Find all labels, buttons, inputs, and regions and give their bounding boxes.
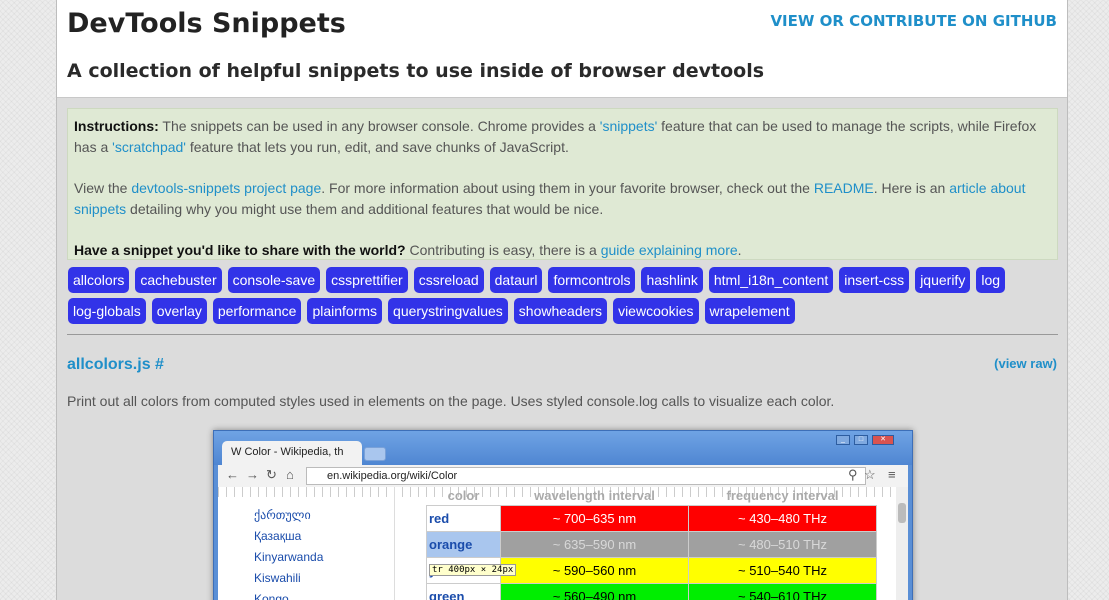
instructions-paragraph-2: View the devtools-snippets project page.… <box>74 178 1051 220</box>
snippet-tag-log-globals[interactable]: log-globals <box>68 298 146 324</box>
snippet-tag-insert-css[interactable]: insert-css <box>839 267 910 293</box>
snippet-tag-allcolors[interactable]: allcolors <box>68 267 130 293</box>
share-prompt: Have a snippet you'd like to share with … <box>74 242 406 258</box>
browser-tab-title: Color - Wikipedia, th <box>244 446 344 458</box>
star-icon: ☆ <box>864 467 876 482</box>
snippet-tag-querystringvalues[interactable]: querystringvalues <box>388 298 508 324</box>
language-link: Kinyarwanda <box>254 550 324 564</box>
wavelength-cell: ~ 560–490 nm <box>500 582 689 600</box>
snippets-link[interactable]: 'snippets' <box>600 118 658 134</box>
maximize-icon: □ <box>854 435 868 445</box>
instructions-label: Instructions: <box>74 118 159 134</box>
snippet-tag-viewcookies[interactable]: viewcookies <box>613 298 699 324</box>
instructions-box: Instructions: The snippets can be used i… <box>67 108 1058 260</box>
frequency-cell: ~ 510–540 THz <box>688 556 877 584</box>
instructions-text: feature that lets you run, edit, and sav… <box>185 139 569 155</box>
color-name-cell: red <box>426 504 501 532</box>
snippet-tag-cssprettifier[interactable]: cssprettifier <box>326 267 408 293</box>
browser-content: ქართული Қазақша Kinyarwanda Kiswahili Kongo … <box>218 487 908 600</box>
instructions-paragraph-1: Instructions: The snippets can be used i… <box>74 116 1051 158</box>
snippet-tag-cachebuster[interactable]: cachebuster <box>135 267 222 293</box>
snippet-tag-showheaders[interactable]: showheaders <box>513 298 608 324</box>
snippet-tag-hashlink[interactable]: hashlink <box>641 267 703 293</box>
snippet-tag-overlay[interactable]: overlay <box>151 298 207 324</box>
new-tab-icon <box>364 447 386 461</box>
snippet-tag-formcontrols[interactable]: formcontrols <box>548 267 636 293</box>
github-link[interactable]: VIEW OR CONTRIBUTE ON GITHUB <box>770 12 1057 30</box>
snippet-tag-performance[interactable]: performance <box>212 298 302 324</box>
menu-icon: ≡ <box>888 467 896 482</box>
wavelength-cell: ~ 700–635 nm <box>500 504 689 532</box>
column-separator <box>394 487 395 600</box>
instructions-text: View the <box>74 180 132 196</box>
snippet-tag-wrapelement[interactable]: wrapelement <box>704 298 795 324</box>
snippet-tag-log[interactable]: log <box>976 267 1006 293</box>
snippet-description: Print out all colors from computed style… <box>67 393 835 409</box>
divider <box>67 334 1058 335</box>
back-icon: ← <box>226 467 239 482</box>
browser-toolbar: ← → ↻ ⌂ en.wikipedia.org/wiki/Color ⚲ ☆ … <box>218 465 908 487</box>
snippet-tag-console-save[interactable]: console-save <box>227 267 321 293</box>
scrollbar-thumb <box>898 503 906 523</box>
table-row: green ~ 560–490 nm ~ 540–610 THz <box>426 582 877 600</box>
snippet-title-link[interactable]: allcolors.js # <box>67 356 164 374</box>
language-link: Kiswahili <box>254 571 301 585</box>
instructions-text: . <box>737 242 742 258</box>
wikipedia-w-icon: W <box>231 446 245 458</box>
close-icon: ✕ <box>872 435 894 445</box>
reload-icon: ↻ <box>266 467 277 482</box>
page-container: DevTools Snippets VIEW OR CONTRIBUTE ON … <box>56 0 1068 600</box>
frequency-cell: ~ 430–480 THz <box>688 504 877 532</box>
color-name-cell: orange <box>426 530 501 558</box>
readme-link[interactable]: README <box>814 180 874 196</box>
forward-icon: → <box>246 467 259 482</box>
browser-tab: W Color - Wikipedia, th <box>222 441 362 465</box>
frequency-cell: ~ 540–610 THz <box>688 582 877 600</box>
instructions-text: detailing why you might use them and add… <box>126 201 604 217</box>
scratchpad-link[interactable]: 'scratchpad' <box>112 139 186 155</box>
home-icon: ⌂ <box>286 467 294 482</box>
inspector-tooltip: tr 400px × 24px <box>429 564 517 576</box>
snippet-tag-cssreload[interactable]: cssreload <box>413 267 484 293</box>
language-list: ქართული Қазақша Kinyarwanda Kiswahili Kongo <box>254 505 323 600</box>
table-header-row: color wavelength interval frequency interv… <box>427 487 877 505</box>
language-link: Қазақша <box>254 529 302 543</box>
color-name-cell: green <box>426 582 501 600</box>
table-header-cell: color <box>447 488 480 504</box>
snippet-tag-list: allcolors cachebuster console-save cssprett… <box>68 267 1058 329</box>
snippet-tag-jquerify[interactable]: jquerify <box>915 267 971 293</box>
instructions-text: Contributing is easy, there is a <box>405 242 601 258</box>
snippet-screenshot: W Color - Wikipedia, th _ □ ✕ ← → ↻ ⌂ en… <box>213 430 913 600</box>
project-page-link[interactable]: devtools-snippets project page <box>131 180 321 196</box>
scrollbar <box>896 487 908 600</box>
table-row: orange ~ 635–590 nm ~ 480–510 THz <box>426 530 877 558</box>
language-link: ქართული <box>254 508 311 522</box>
site-header: DevTools Snippets VIEW OR CONTRIBUTE ON … <box>57 0 1067 98</box>
site-title: DevTools Snippets <box>67 8 346 39</box>
view-raw-link[interactable]: (view raw) <box>994 356 1057 371</box>
minimize-icon: _ <box>836 435 850 445</box>
language-link: Kongo <box>254 592 289 600</box>
snippet-tag-dataurl[interactable]: dataurl <box>489 267 543 293</box>
site-subtitle: A collection of helpful snippets to use … <box>67 60 765 82</box>
wavelength-cell: ~ 590–560 nm <box>500 556 689 584</box>
table-header-cell: frequency interval <box>726 488 839 504</box>
instructions-paragraph-3: Have a snippet you'd like to share with … <box>74 240 1051 261</box>
table-row: red ~ 700–635 nm ~ 430–480 THz <box>426 504 877 532</box>
color-table: color wavelength interval frequency interv… <box>426 487 877 600</box>
address-bar: en.wikipedia.org/wiki/Color <box>306 467 866 485</box>
frequency-cell: ~ 480–510 THz <box>688 530 877 558</box>
snippet-tag-plainforms[interactable]: plainforms <box>307 298 383 324</box>
wavelength-cell: ~ 635–590 nm <box>500 530 689 558</box>
address-bar-text: en.wikipedia.org/wiki/Color <box>327 470 458 482</box>
snippet-tag-html_i18n_content[interactable]: html_i18n_content <box>708 267 834 293</box>
instructions-text: The snippets can be used in any browser … <box>158 118 600 134</box>
zoom-icon: ⚲ <box>848 467 858 482</box>
instructions-text: . For more information about using them … <box>321 180 814 196</box>
guide-link[interactable]: guide explaining more <box>601 242 738 258</box>
instructions-text: . Here is an <box>873 180 950 196</box>
table-header-cell: wavelength interval <box>534 488 655 504</box>
